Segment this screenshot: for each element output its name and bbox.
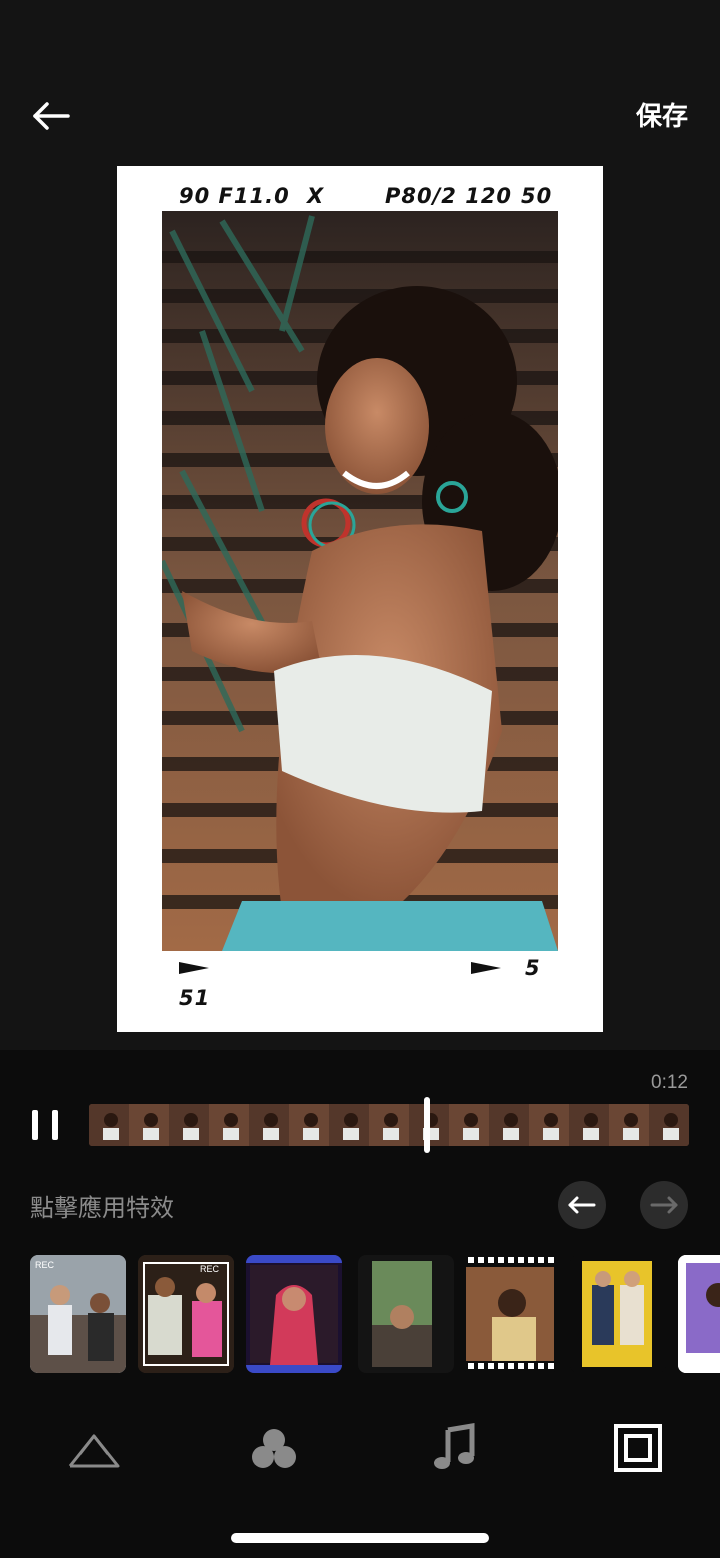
thumb-image	[678, 1255, 720, 1373]
effect-thumb-neon-frame[interactable]	[246, 1255, 342, 1373]
effect-thumb-white-border[interactable]	[678, 1255, 720, 1373]
triangle-marker-icon	[179, 962, 209, 974]
back-button[interactable]	[28, 92, 76, 140]
thumb-image	[462, 1255, 558, 1373]
redo-button[interactable]	[640, 1181, 688, 1229]
nav-adjust[interactable]	[66, 1420, 122, 1476]
thumb-image	[138, 1255, 234, 1373]
effect-hint-label: 點擊應用特效	[30, 1194, 174, 1222]
thumb-caption: REC	[200, 1264, 220, 1274]
effect-thumb-rec-viewfinder[interactable]: REC	[138, 1255, 234, 1373]
redo-arrow-icon	[650, 1196, 678, 1214]
effect-thumbnail-strip[interactable]: REC REC	[30, 1255, 720, 1373]
effect-thumb-rec-camcorder[interactable]: REC	[30, 1255, 126, 1373]
frame-label-51: 51	[179, 986, 211, 1010]
music-note-icon	[434, 1423, 475, 1469]
thumb-image	[570, 1255, 666, 1373]
save-button[interactable]: 保存	[636, 96, 688, 133]
undo-arrow-icon	[568, 1196, 596, 1214]
thumb-caption: REC	[35, 1260, 55, 1270]
frame-label-x: X	[307, 184, 325, 208]
frame-label-5: 5	[525, 956, 541, 980]
frame-label-frame-number: 50	[521, 184, 553, 208]
frame-square-icon	[614, 1424, 662, 1472]
preview-photo	[162, 211, 558, 951]
undo-button[interactable]	[558, 1181, 606, 1229]
three-circles-icon	[252, 1429, 296, 1468]
home-indicator	[231, 1533, 489, 1543]
nav-frames[interactable]	[610, 1420, 666, 1476]
playhead-handle[interactable]	[424, 1097, 430, 1153]
arrow-left-icon	[33, 102, 70, 130]
thumb-image	[246, 1255, 342, 1373]
frame-label-film: P80/2 120	[385, 184, 513, 208]
triangle-stack-icon	[68, 1434, 120, 1468]
timeline-frames	[89, 1104, 689, 1146]
video-timeline[interactable]	[89, 1104, 689, 1146]
nav-music[interactable]	[428, 1420, 484, 1476]
time-label: 0:12	[651, 1072, 688, 1093]
portrait-image	[162, 211, 558, 951]
effect-thumb-film-strip-perforated[interactable]	[462, 1255, 558, 1373]
pause-button[interactable]	[28, 1106, 64, 1144]
nav-filters[interactable]	[246, 1420, 302, 1476]
photo-frame: 90 F11.0 X P80/2 120 50 5 51	[117, 166, 603, 1032]
pause-icon	[32, 1110, 38, 1140]
pause-icon-bar	[52, 1110, 58, 1140]
preview-area: 保存 90 F11.0 X P80/2 120 50 5 51	[0, 0, 720, 1050]
effect-thumb-film-strip-vertical[interactable]	[358, 1255, 454, 1373]
frame-label-exposure: 90 F11.0	[179, 184, 290, 208]
thumb-image	[358, 1255, 454, 1373]
thumb-image	[30, 1255, 126, 1373]
effect-thumb-kodak-portra[interactable]	[570, 1255, 666, 1373]
triangle-marker-icon	[471, 962, 501, 974]
